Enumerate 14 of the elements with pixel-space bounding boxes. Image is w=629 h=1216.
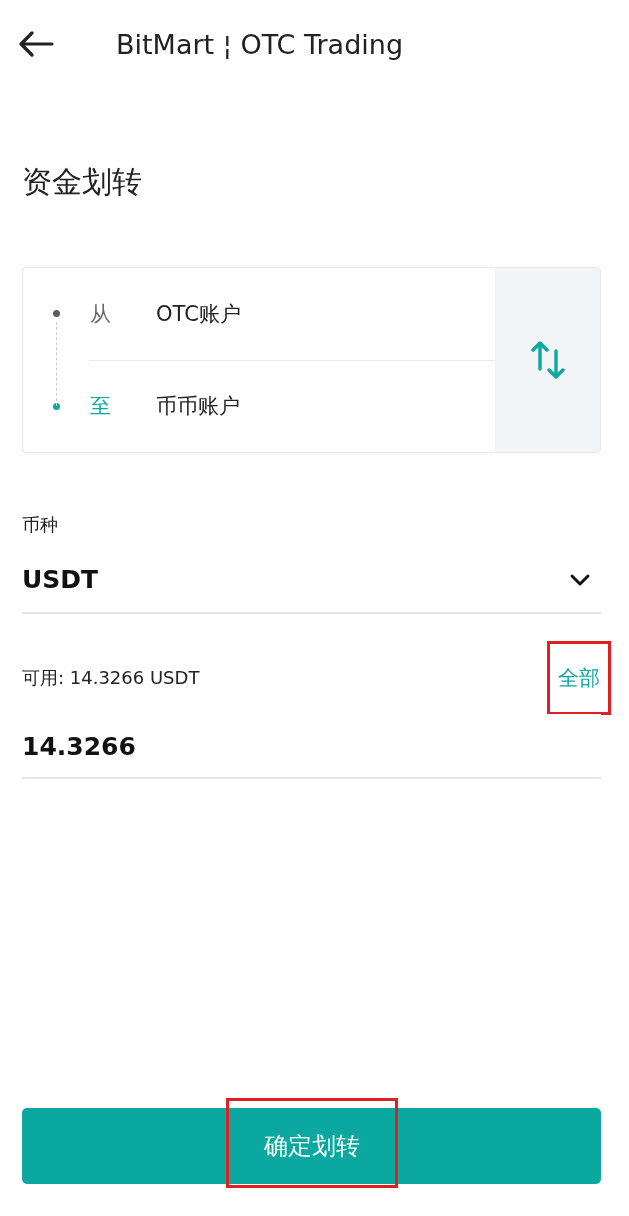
dot-icon — [53, 310, 60, 318]
from-label: 从 — [90, 300, 112, 328]
chevron-down-icon — [569, 572, 591, 587]
account-name[interactable]: OTC账户 — [156, 299, 241, 328]
currency-select[interactable]: USDT — [22, 547, 601, 614]
to-label: 至 — [90, 393, 112, 421]
page-title: 资金划转 — [22, 163, 143, 201]
account-name[interactable]: 币币账户 — [156, 392, 240, 421]
amount-field[interactable]: 14.3266 — [22, 714, 601, 779]
swap-arrows-icon — [530, 339, 565, 381]
currency-label: 币种 — [22, 513, 59, 537]
header-title: BitMart ¦ OTC Trading — [116, 28, 404, 60]
available-balance: 可用: 14.3266 USDT — [22, 666, 200, 690]
dot-icon — [53, 402, 60, 410]
